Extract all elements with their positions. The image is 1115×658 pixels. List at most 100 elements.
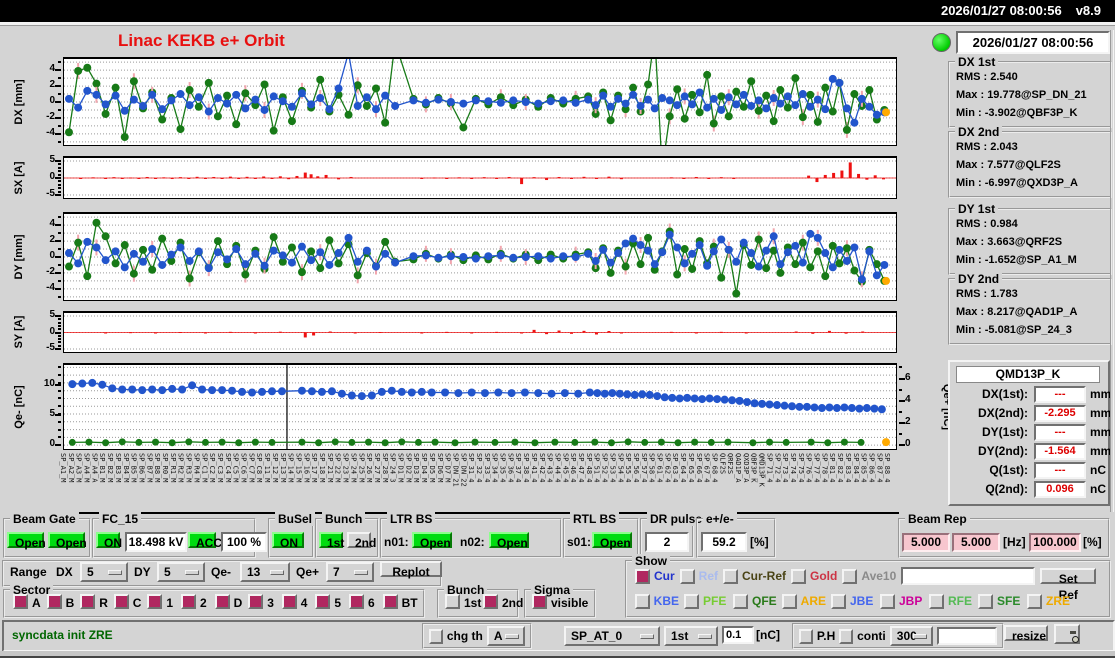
fc15-acc-button[interactable]: ACC bbox=[188, 532, 222, 550]
monitor-row-value: -1.564 bbox=[1034, 443, 1086, 460]
sector-checkbox-C[interactable] bbox=[113, 594, 129, 609]
bunch-1st-button[interactable]: 1st bbox=[319, 532, 344, 550]
qe-tick bbox=[899, 366, 902, 369]
sector-checkbox-R[interactable] bbox=[80, 594, 96, 609]
bpm-label: SP_41_4 bbox=[529, 453, 538, 483]
sy-ytick-label: 0 bbox=[49, 325, 55, 337]
show-checkbox-Gold[interactable] bbox=[791, 568, 807, 584]
show-item-KBE: KBE bbox=[635, 593, 679, 609]
sector-item-4: 4 bbox=[281, 594, 308, 612]
show-checkbox-Ave10[interactable] bbox=[842, 568, 858, 584]
ph-checkbox[interactable] bbox=[799, 628, 813, 644]
extra-input[interactable] bbox=[937, 627, 997, 645]
beam-gate-open2-button[interactable]: Open bbox=[48, 532, 87, 550]
show-checkbox-Cur-Ref[interactable] bbox=[723, 568, 739, 584]
bpm-label: SP_51_4 bbox=[592, 453, 601, 483]
resize-button[interactable]: resize bbox=[1004, 625, 1048, 643]
sector-checkbox-B[interactable] bbox=[46, 594, 62, 609]
charge-threshold-input[interactable] bbox=[722, 626, 754, 644]
range-dy-dropdown[interactable]: 5 bbox=[157, 562, 205, 582]
screenshot-button[interactable] bbox=[1054, 624, 1080, 644]
show-label-PFE: PFE bbox=[703, 594, 727, 608]
show-checkbox-RFE[interactable] bbox=[929, 593, 944, 609]
bunch-select-dropdown[interactable]: 1st bbox=[664, 626, 718, 646]
sector-checkbox-6[interactable] bbox=[349, 594, 364, 609]
bpm-label: SP_A3_M bbox=[74, 453, 83, 483]
sector-item-5: 5 bbox=[315, 594, 341, 612]
beam-gate-open1-button[interactable]: Open bbox=[7, 532, 46, 550]
ref-name-input[interactable] bbox=[901, 567, 1036, 585]
bunch-filter-checkbox-1st[interactable] bbox=[445, 594, 460, 609]
monitor-row-1: DX(2nd): -2.295 mm bbox=[950, 405, 1111, 424]
ltr-n01-open-button[interactable]: Open bbox=[412, 532, 452, 550]
sy-plot-area bbox=[63, 311, 897, 353]
bpm-label: SP_81_4 bbox=[828, 453, 837, 483]
sector-item-1: 1 bbox=[147, 594, 173, 612]
sector-checkbox-A[interactable] bbox=[13, 594, 28, 609]
sector-checkbox-5[interactable] bbox=[315, 594, 331, 609]
range-qep-dropdown[interactable]: 7 bbox=[326, 562, 374, 582]
sx-steering-chart: -5 0 5 SX [A] bbox=[13, 154, 897, 199]
set-ref-button[interactable]: Set Ref bbox=[1040, 568, 1097, 602]
bpm-label: SP_B2_M bbox=[106, 453, 115, 483]
sector-label-4: 4 bbox=[300, 596, 308, 610]
show-checkbox-KBE[interactable] bbox=[635, 593, 650, 609]
bunch-2nd-button[interactable]: 2nd bbox=[347, 532, 376, 550]
bpm-label: SP_55_4 bbox=[624, 453, 633, 483]
show-checkbox-ZRE[interactable] bbox=[1027, 593, 1042, 609]
replot-button[interactable]: Replot bbox=[380, 561, 442, 579]
bunch-filter-checkbox-2nd[interactable] bbox=[483, 594, 498, 609]
bunch-select-title: Bunch bbox=[322, 512, 366, 526]
range-dx-dropdown[interactable]: 5 bbox=[80, 562, 128, 582]
rtl-s01-open-button[interactable]: Open bbox=[592, 532, 632, 550]
sx-tick bbox=[58, 180, 61, 183]
sector-checkbox-BT[interactable] bbox=[382, 594, 398, 609]
fc15-on-button[interactable]: ON bbox=[96, 532, 122, 550]
beam-rep-value-3: 100.000 bbox=[1029, 533, 1081, 552]
show-label-JBE: JBE bbox=[850, 594, 874, 608]
sector-checkbox-2[interactable] bbox=[181, 594, 196, 609]
monitor-row-label: DX(2nd): bbox=[978, 406, 1028, 420]
conti-checkbox[interactable] bbox=[839, 628, 854, 644]
sigma-checkbox-visible[interactable] bbox=[532, 594, 547, 609]
bpm-label: SP_A1_M bbox=[59, 453, 67, 483]
dx-ytick-label: 4 bbox=[49, 63, 55, 75]
show-checkbox-PFE[interactable] bbox=[684, 593, 699, 609]
show-checkbox-Cur[interactable] bbox=[635, 568, 650, 584]
sector-checkbox-D[interactable] bbox=[214, 594, 230, 609]
bpm-axis-labels: SP_A1_M SP_A2_M SP_A3_M SP_A4_M SP_A4_A SP_B1… bbox=[57, 452, 899, 514]
sy-tick bbox=[55, 331, 61, 334]
stat-min: Min : -5.081@SP_24_3 bbox=[956, 324, 1072, 336]
ltr-n02-open-button[interactable]: Open bbox=[489, 532, 529, 550]
busel-on-button[interactable]: ON bbox=[272, 532, 304, 550]
dy-ytick-label: -2 bbox=[46, 265, 55, 277]
show-item-QFE: QFE bbox=[733, 593, 777, 609]
show-checkbox-JBP[interactable] bbox=[880, 593, 895, 609]
stat-min: Min : -3.902@QBF3P_K bbox=[956, 107, 1078, 119]
show-checkbox-JBE[interactable] bbox=[831, 593, 846, 609]
rtl-s01-label: s01: bbox=[567, 535, 592, 549]
show-checkbox-SFE[interactable] bbox=[978, 593, 993, 609]
show-checkbox-QFE[interactable] bbox=[733, 593, 748, 609]
show-checkbox-Ref[interactable] bbox=[679, 568, 695, 584]
show-checkbox-ARE[interactable] bbox=[782, 593, 797, 609]
sy-ytick-label: 5 bbox=[49, 308, 55, 320]
show-label-Gold: Gold bbox=[810, 569, 838, 583]
bpm-label: SP_53_4 bbox=[608, 453, 617, 483]
dy-tick bbox=[58, 279, 61, 282]
sector-checkbox-4[interactable] bbox=[281, 594, 297, 609]
points-dropdown[interactable]: 300 bbox=[889, 626, 933, 646]
th-dropdown[interactable]: A bbox=[486, 626, 525, 646]
sector-checkbox-1[interactable] bbox=[147, 594, 163, 609]
fc15-percent-value: 100 % bbox=[221, 532, 267, 552]
chg-th-checkbox[interactable] bbox=[429, 628, 443, 644]
sp-select-dropdown[interactable]: SP_AT_0 bbox=[564, 626, 660, 646]
bpm-label: SP_58_4 bbox=[647, 453, 656, 483]
beam-gate-title: Beam Gate bbox=[10, 512, 79, 526]
sector-checkbox-3[interactable] bbox=[248, 594, 264, 609]
stat-rms: RMS : 2.540 bbox=[956, 71, 1018, 83]
stat-max: Max : 8.217@QAD1P_A bbox=[956, 306, 1078, 318]
bpm-label: SP_C5_M bbox=[231, 453, 240, 483]
range-qem-dropdown[interactable]: 13 bbox=[240, 562, 290, 582]
sy-ytick-label: -5 bbox=[46, 342, 55, 354]
